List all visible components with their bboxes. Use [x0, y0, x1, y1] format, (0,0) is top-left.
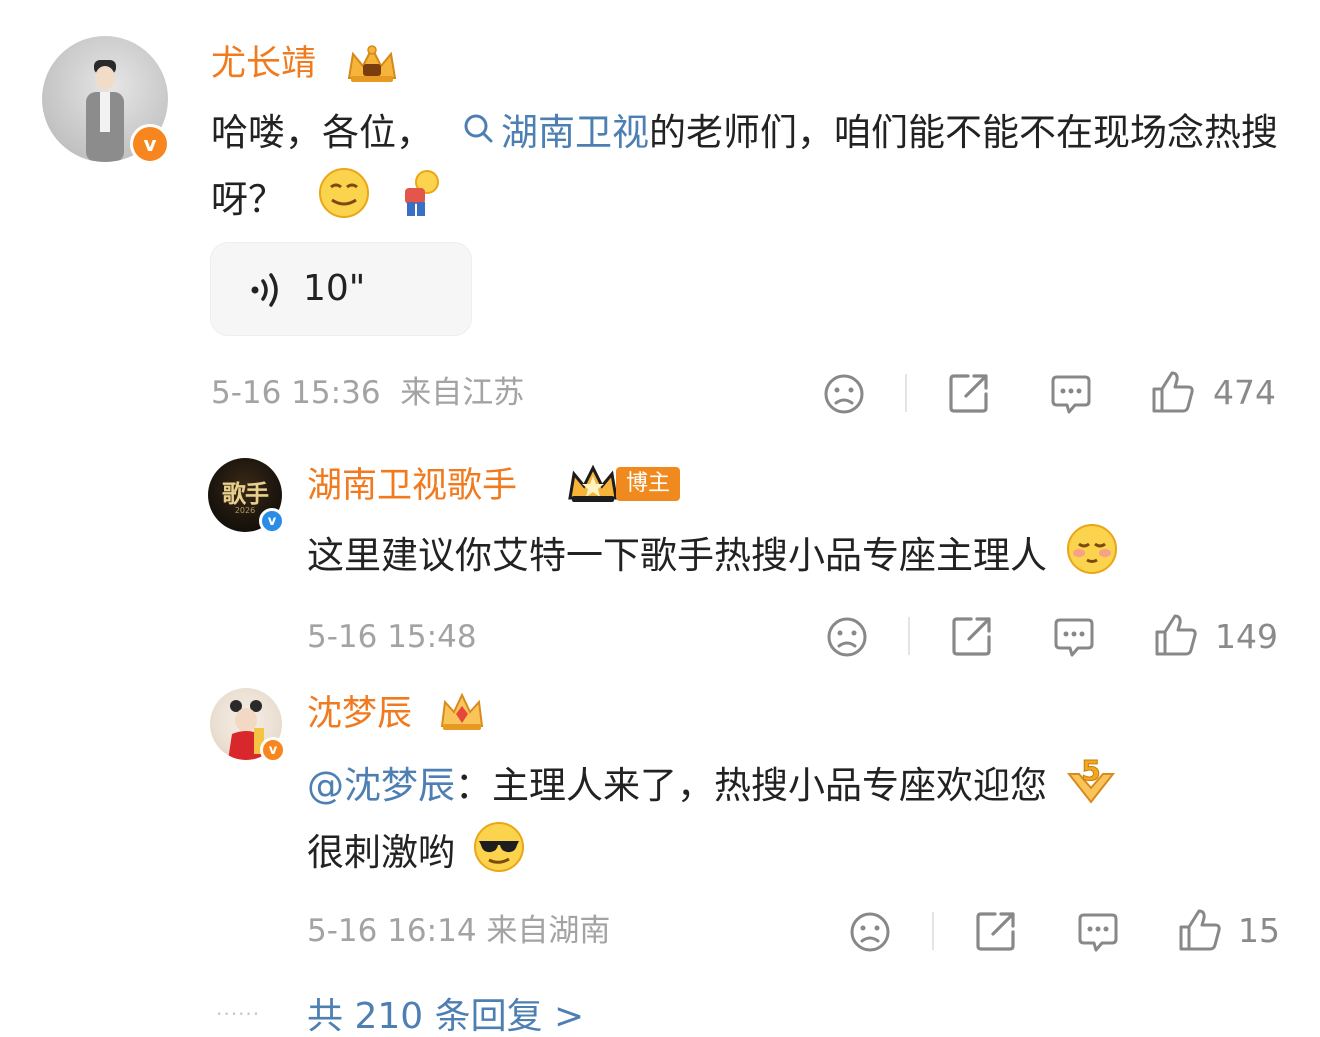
thumbs-up-icon[interactable]: [1150, 369, 1196, 415]
comment-icon[interactable]: [1049, 372, 1093, 416]
shy-emoji-icon: [1066, 524, 1117, 574]
voice-message[interactable]: 10": [210, 242, 472, 336]
verified-badge-icon: v: [259, 508, 285, 534]
voice-duration: 10": [303, 268, 366, 309]
crown-icon: [440, 692, 484, 730]
reply-text: 这里建议你艾特一下歌手热搜小品专座主理人: [307, 522, 1287, 589]
crown-icon: [347, 45, 397, 82]
like-count: 149: [1215, 617, 1278, 656]
svg-text:5: 5: [1081, 754, 1100, 787]
reply-dots: ······: [216, 1002, 261, 1026]
crown-icon: [568, 464, 618, 502]
reply-date: 5-16 16:14: [307, 913, 477, 949]
view-all-replies-link[interactable]: 共 210 条回复 >: [307, 997, 584, 1037]
share-icon[interactable]: [946, 370, 992, 416]
reply-date: 5-16 15:48: [307, 619, 477, 655]
comment-location: 来自江苏: [400, 375, 525, 411]
divider: [932, 912, 934, 950]
voice-icon: [251, 273, 278, 307]
smirk-emoji-icon: [318, 168, 369, 218]
like-count: 474: [1213, 373, 1276, 412]
comment-icon[interactable]: [1076, 910, 1120, 954]
divider: [908, 617, 910, 655]
share-icon[interactable]: [973, 908, 1019, 954]
thumbs-up-icon[interactable]: [1177, 907, 1223, 953]
share-icon[interactable]: [949, 613, 995, 659]
comment-date: 5-16 15:36: [211, 375, 381, 411]
username[interactable]: 沈梦辰: [307, 694, 412, 734]
dislike-face-icon[interactable]: [825, 615, 869, 659]
bow-emoji-icon: [404, 170, 439, 216]
five-emoji-icon: 5: [1066, 754, 1115, 804]
reply-text: @沈梦辰：主理人来了，热搜小品专座欢迎您 5 很刺激哟: [307, 752, 1287, 886]
reply-meta: 5-16 16:14 来自湖南: [307, 913, 610, 949]
comment-meta: 5-16 15:36 来自江苏: [211, 375, 524, 411]
verified-badge-icon: v: [130, 124, 170, 164]
cool-sunglasses-emoji-icon: [473, 822, 524, 872]
topic-link[interactable]: 湖南卫视: [501, 111, 649, 154]
blogger-badge: 博主: [616, 467, 681, 501]
thumbs-up-icon[interactable]: [1153, 612, 1199, 658]
dislike-face-icon[interactable]: [822, 372, 866, 416]
comment-text: 哈喽，各位， 湖南卫视的老师们，咱们能不能不在现场念热搜呀？: [211, 111, 1278, 221]
username[interactable]: 湖南卫视歌手: [307, 466, 517, 506]
search-icon: [464, 114, 493, 143]
username[interactable]: 尤长靖: [211, 44, 316, 84]
like-count: 15: [1238, 911, 1280, 950]
comment-icon[interactable]: [1052, 615, 1096, 659]
reply-location: 来自湖南: [486, 913, 611, 949]
verified-badge-icon: v: [260, 737, 286, 763]
mention-link[interactable]: @沈梦辰: [307, 764, 455, 807]
divider: [905, 374, 907, 412]
dislike-face-icon[interactable]: [848, 910, 892, 954]
